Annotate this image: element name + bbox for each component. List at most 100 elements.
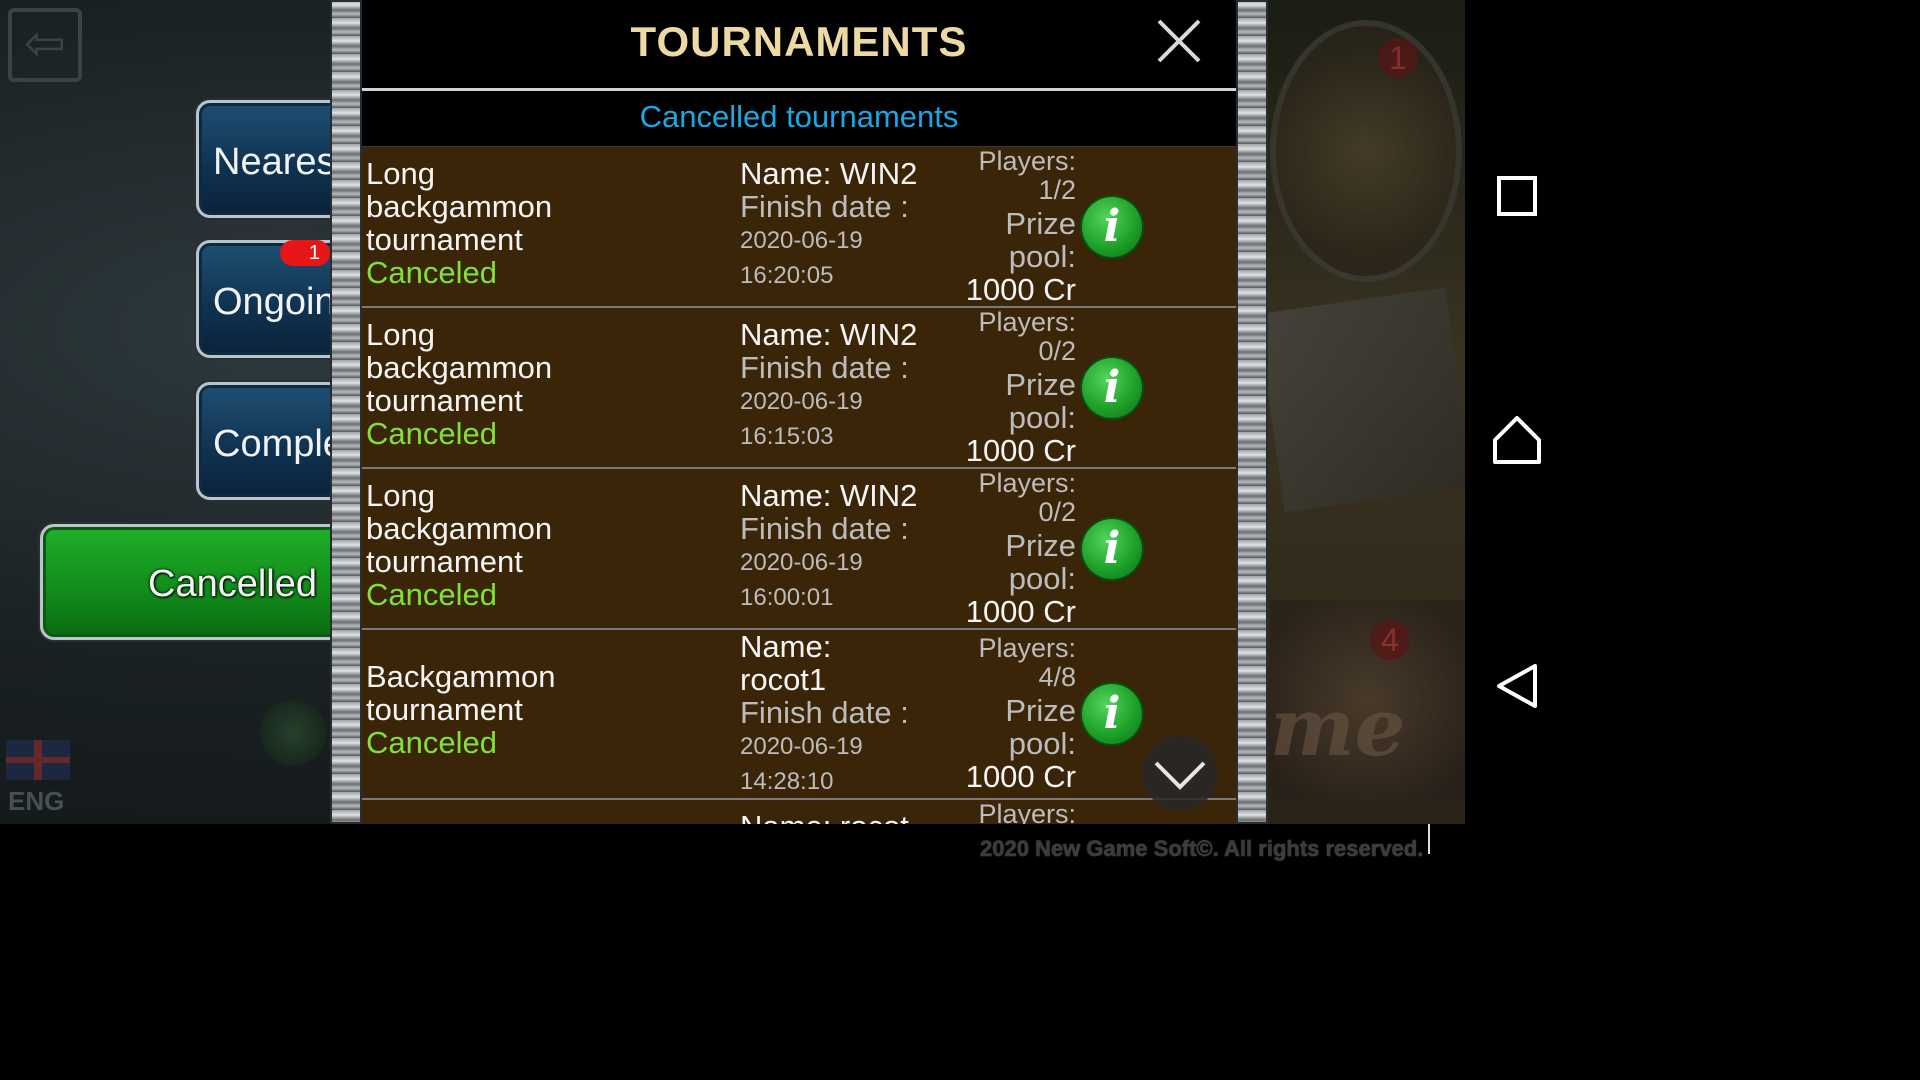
finish-date-label: Finish date : bbox=[740, 511, 909, 546]
tournament-stats: Players: 0/2 Prize pool: 1000 Cr bbox=[942, 468, 1076, 629]
info-icon: i bbox=[1103, 523, 1121, 574]
footer-divider bbox=[1428, 824, 1430, 854]
finish-date: 2020-06-19 bbox=[740, 549, 863, 576]
close-button[interactable] bbox=[1154, 16, 1204, 66]
recent-apps-button[interactable] bbox=[1487, 166, 1547, 226]
prize-amount: 1000 Cr bbox=[965, 759, 1076, 794]
background-logo: me bbox=[1270, 680, 1406, 774]
system-navigation-bar bbox=[1465, 0, 1568, 882]
finish-date-label: Finish date : bbox=[740, 350, 909, 385]
info-board-decor bbox=[1257, 287, 1465, 513]
players-label: Players: bbox=[978, 633, 1076, 663]
ongoing-count-badge: 1 bbox=[280, 240, 330, 266]
tournament-row[interactable]: Name: rocot Players: bbox=[362, 800, 1236, 824]
dialog-header: TOURNAMENTS bbox=[362, 0, 1236, 88]
prize-label: pool: bbox=[1008, 561, 1076, 596]
players-count: 0/2 bbox=[1038, 336, 1076, 366]
back-arrow-icon: ⇦ bbox=[8, 8, 82, 82]
tournament-row[interactable]: Long backgammon tournament Canceled Name… bbox=[362, 308, 1236, 469]
tournaments-dialog: TOURNAMENTS Cancelled tournaments Long b… bbox=[330, 0, 1268, 824]
prize-label: pool: bbox=[1008, 726, 1076, 761]
finish-time: 16:00:01 bbox=[740, 584, 834, 611]
tournament-status: Canceled bbox=[366, 255, 497, 290]
players-count: 4/8 bbox=[1038, 662, 1076, 692]
prize-amount: 1000 Cr bbox=[965, 433, 1076, 468]
chain-border-right bbox=[1236, 0, 1268, 824]
players-count: 1/2 bbox=[1038, 175, 1076, 205]
tournament-stats: Players: 4/8 Prize pool: 1000 Cr bbox=[942, 633, 1076, 794]
prize-amount: 1000 Cr bbox=[965, 594, 1076, 629]
players-label: Players: bbox=[978, 468, 1076, 498]
finish-date-label: Finish date : bbox=[740, 695, 909, 730]
filter-completed-button[interactable]: Comple bbox=[196, 382, 346, 500]
tournament-row[interactable]: Long backgammon tournament Canceled Name… bbox=[362, 469, 1236, 630]
chain-border-left bbox=[330, 0, 362, 824]
tournament-name-block: Name: rocot1 Finish date : 2020-06-19 14… bbox=[740, 630, 960, 799]
finish-date: 2020-06-19 bbox=[740, 388, 863, 415]
play-icon bbox=[260, 700, 326, 766]
info-button[interactable]: i bbox=[1082, 684, 1142, 744]
close-icon bbox=[1157, 19, 1201, 63]
prize-label: pool: bbox=[1008, 400, 1076, 435]
info-icon: i bbox=[1103, 362, 1121, 413]
home-button[interactable] bbox=[1487, 410, 1547, 470]
info-button[interactable]: i bbox=[1082, 358, 1142, 418]
background-badge: 1 bbox=[1378, 38, 1418, 78]
tournament-name: Name: WIN2 bbox=[740, 478, 918, 513]
prize-label: Prize bbox=[1005, 367, 1076, 402]
players-count: 0/2 bbox=[1038, 497, 1076, 527]
tournament-type: Backgammon tournament Canceled bbox=[366, 660, 726, 759]
info-icon: i bbox=[1103, 688, 1121, 739]
tournament-row[interactable]: Backgammon tournament Canceled Name: roc… bbox=[362, 630, 1236, 800]
back-button[interactable] bbox=[1487, 656, 1547, 716]
finish-date: 2020-06-19 bbox=[740, 733, 863, 760]
tournament-status: Canceled bbox=[366, 416, 497, 451]
players-label: Players: bbox=[978, 307, 1076, 337]
tournament-list[interactable]: Long backgammon tournament Canceled Name… bbox=[362, 147, 1236, 824]
copyright-text: 2020 New Game Soft©. All rights reserved… bbox=[980, 836, 1424, 861]
dialog-title: TOURNAMENTS bbox=[630, 18, 968, 65]
prize-label: Prize bbox=[1005, 693, 1076, 728]
tournament-name-block: Name: WIN2 Finish date : 2020-06-19 16:1… bbox=[740, 318, 960, 454]
tournament-stats: Players: 1/2 Prize pool: 1000 Cr bbox=[942, 147, 1076, 306]
finish-time: 14:28:10 bbox=[740, 768, 834, 795]
prize-label: pool: bbox=[1008, 239, 1076, 274]
tournament-name-block: Name: WIN2 Finish date : 2020-06-19 16:0… bbox=[740, 479, 960, 615]
tournament-status: Canceled bbox=[366, 577, 497, 612]
tournament-status: Canceled bbox=[366, 725, 497, 760]
tournament-stats: Players: 0/2 Prize pool: 1000 Cr bbox=[942, 307, 1076, 468]
scroll-down-button[interactable] bbox=[1142, 735, 1218, 811]
square-icon bbox=[1497, 176, 1537, 216]
prize-label: Prize bbox=[1005, 206, 1076, 241]
uk-flag-icon bbox=[6, 740, 70, 780]
tournament-row[interactable]: Long backgammon tournament Canceled Name… bbox=[362, 147, 1236, 308]
players-label: Players: bbox=[978, 799, 1076, 825]
tournament-stats: Players: bbox=[942, 799, 1076, 825]
filter-nearest-button[interactable]: Neares bbox=[196, 100, 346, 218]
info-button[interactable]: i bbox=[1082, 519, 1142, 579]
coin-stack-decor bbox=[1270, 20, 1462, 282]
finish-time: 16:20:05 bbox=[740, 262, 834, 289]
tournament-name: Name: rocot1 bbox=[740, 629, 832, 697]
tournament-name: Name: WIN2 bbox=[740, 317, 918, 352]
players-label: Players: bbox=[978, 147, 1076, 176]
tournament-type: Long backgammon tournament Canceled bbox=[366, 318, 726, 450]
info-button[interactable]: i bbox=[1082, 197, 1142, 257]
finish-time: 16:15:03 bbox=[740, 423, 834, 450]
background-badge: 4 bbox=[1370, 620, 1410, 660]
subtitle-bar: Cancelled tournaments bbox=[362, 91, 1236, 148]
tournament-type: Long backgammon tournament Canceled bbox=[366, 479, 726, 611]
tournament-type: Long backgammon tournament Canceled bbox=[366, 157, 726, 289]
tournament-name: Name: rocot bbox=[740, 810, 960, 824]
info-icon: i bbox=[1103, 201, 1121, 252]
chevron-down-icon bbox=[1154, 761, 1206, 790]
finish-date: 2020-06-19 bbox=[740, 227, 863, 254]
language-label: ENG bbox=[8, 786, 65, 816]
filter-cancelled-button[interactable]: Cancelled bbox=[40, 524, 350, 640]
finish-date-label: Finish date : bbox=[740, 189, 909, 224]
home-icon bbox=[1493, 416, 1541, 464]
prize-label: Prize bbox=[1005, 528, 1076, 563]
tournament-name-block: Name: WIN2 Finish date : 2020-06-19 16:2… bbox=[740, 157, 960, 293]
prize-amount: 1000 Cr bbox=[965, 272, 1076, 307]
list-subtitle: Cancelled tournaments bbox=[639, 99, 959, 134]
